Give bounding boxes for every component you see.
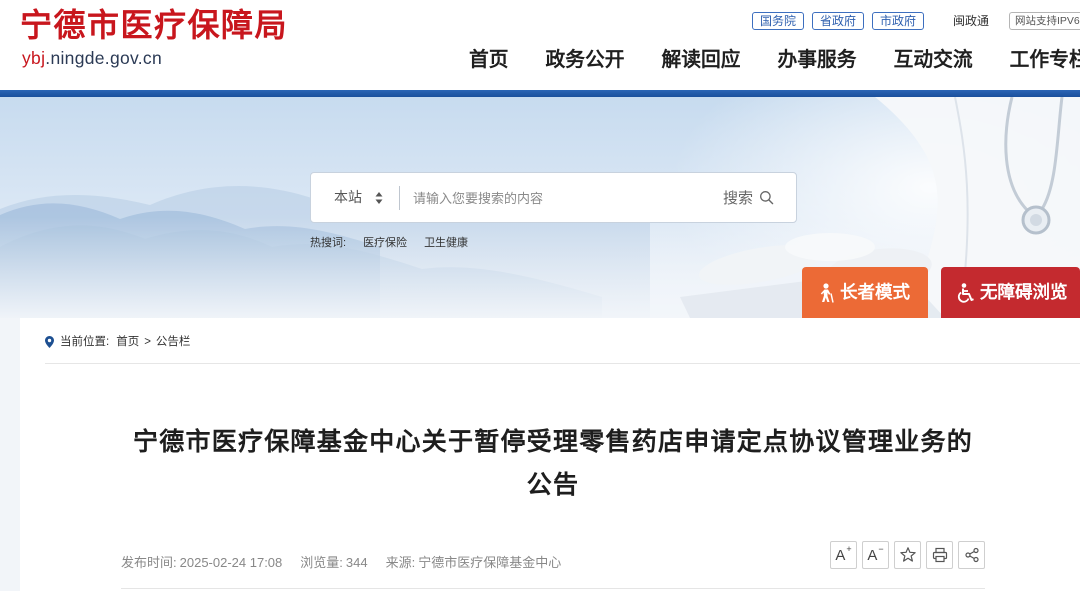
view-count-value: 344 — [345, 555, 368, 570]
sort-arrows-icon[interactable] — [375, 192, 383, 204]
font-decrease-button[interactable]: A− — [862, 541, 889, 569]
font-increase-glyph: A — [835, 546, 846, 564]
font-decrease-mark: − — [878, 543, 884, 554]
link-state-council[interactable]: 国务院 — [752, 12, 804, 30]
link-minzhengtong[interactable]: 闽政通 — [953, 12, 989, 30]
breadcrumb: 当前位置: 首页 > 公告栏 — [60, 335, 190, 349]
article-meta: 发布时间: 2025-02-24 17:08 浏览量: 344 来源: 宁德市医疗保障… — [121, 553, 561, 573]
nav-interpretation[interactable]: 解读回应 — [662, 48, 741, 72]
nav-interaction[interactable]: 互动交流 — [894, 48, 973, 72]
breadcrumb-home[interactable]: 首页 — [116, 335, 139, 349]
publish-time-value: 2025-02-24 17:08 — [179, 555, 283, 570]
site-logo-title[interactable]: 宁德市医疗保障局 — [20, 5, 288, 45]
hot-search-label: 热搜词: — [310, 237, 347, 249]
domain-suffix: .ningde.gov.cn — [45, 48, 163, 68]
accessible-browse-button[interactable]: 无障碍浏览 — [941, 267, 1080, 318]
article-source: 来源: 宁德市医疗保障基金中心 — [386, 553, 562, 573]
accessible-browse-label: 无障碍浏览 — [980, 282, 1068, 302]
font-decrease-glyph: A — [867, 546, 878, 564]
search-button[interactable]: 搜索 — [723, 173, 787, 222]
hot-word-health[interactable]: 卫生健康 — [424, 236, 468, 250]
search-input[interactable] — [413, 185, 703, 211]
view-count-label: 浏览量: — [300, 555, 343, 570]
location-pin-icon — [45, 336, 54, 348]
domain-prefix: ybj — [22, 48, 46, 68]
font-increase-mark: + — [846, 543, 852, 554]
breadcrumb-bulletin[interactable]: 公告栏 — [156, 335, 191, 349]
breadcrumb-label: 当前位置: — [60, 336, 110, 348]
publish-time-label: 发布时间: — [121, 555, 177, 570]
elder-mode-button[interactable]: 长者模式 — [802, 267, 928, 318]
link-provincial-gov[interactable]: 省政府 — [812, 12, 864, 30]
nav-services[interactable]: 办事服务 — [778, 48, 857, 72]
print-button[interactable] — [926, 541, 953, 569]
view-count: 浏览量: 344 — [300, 553, 367, 573]
search-box: 本站 搜索 — [310, 172, 797, 223]
star-icon — [899, 547, 916, 562]
breadcrumb-divider — [45, 363, 1080, 364]
site-domain: ybj.ningde.gov.cn — [22, 47, 162, 69]
elderly-person-icon — [820, 283, 834, 303]
font-increase-icon: A+ — [835, 544, 851, 564]
elder-mode-label: 长者模式 — [840, 282, 910, 302]
article-source-label: 来源: — [385, 555, 416, 570]
hot-search: 热搜词: 医疗保险 卫生健康 — [310, 236, 468, 250]
search-icon — [760, 191, 774, 205]
header-blue-bar — [0, 90, 1080, 97]
favorite-button[interactable] — [894, 541, 921, 569]
nav-home[interactable]: 首页 — [469, 48, 509, 72]
ipv6-badge: 网站支持IPV6 — [1009, 12, 1080, 30]
gov-links: 国务院 省政府 市政府 — [752, 12, 924, 30]
meta-divider — [121, 588, 985, 589]
nav-gov-affairs[interactable]: 政务公开 — [546, 48, 625, 72]
search-button-label: 搜索 — [723, 190, 754, 207]
main-nav: 首页 政务公开 解读回应 办事服务 互动交流 工作专栏 — [469, 48, 1080, 72]
link-city-gov[interactable]: 市政府 — [872, 12, 924, 30]
share-icon — [964, 547, 979, 563]
print-icon — [932, 547, 947, 563]
site-header: 宁德市医疗保障局 ybj.ningde.gov.cn 国务院 省政府 市政府 闽… — [0, 0, 1080, 90]
nav-work-column[interactable]: 工作专栏 — [1010, 48, 1080, 72]
search-separator — [399, 186, 400, 210]
article-title: 宁德市医疗保障基金中心关于暂停受理零售药店申请定点协议管理业务的公告 — [132, 428, 973, 499]
font-increase-button[interactable]: A+ — [830, 541, 857, 569]
font-decrease-icon: A− — [867, 544, 883, 564]
search-scope-select[interactable]: 本站 — [334, 173, 362, 222]
share-button[interactable] — [958, 541, 985, 569]
wheelchair-icon — [957, 283, 974, 303]
article-source-value: 宁德市医疗保障基金中心 — [418, 555, 562, 570]
breadcrumb-separator: > — [144, 336, 151, 348]
publish-time: 发布时间: 2025-02-24 17:08 — [121, 553, 282, 573]
article-tools: A+ A− — [830, 541, 985, 569]
hot-word-medical-insurance[interactable]: 医疗保险 — [363, 236, 407, 250]
